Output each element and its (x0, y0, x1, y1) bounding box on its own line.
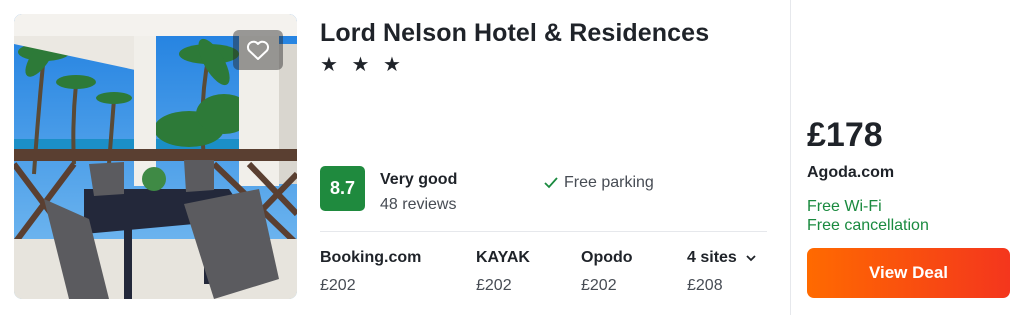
site-price[interactable]: £208 (687, 277, 723, 295)
more-sites-dropdown[interactable]: 4 sites (687, 249, 756, 267)
amenity-free-parking: Free parking (544, 174, 654, 192)
site-price[interactable]: £202 (476, 277, 512, 295)
perk-free-cancellation: Free cancellation (807, 217, 929, 234)
site-price[interactable]: £202 (320, 277, 356, 295)
check-icon (544, 177, 558, 189)
more-sites-label: 4 sites (687, 249, 737, 266)
rating-label: Very good (380, 171, 458, 188)
hotel-result-card: Lord Nelson Hotel & Residences ★ ★ ★ 8.7… (0, 0, 1024, 315)
rating-score-badge: 8.7 (320, 166, 365, 211)
divider (320, 231, 767, 232)
review-count[interactable]: 48 reviews (380, 196, 456, 214)
site-booking[interactable]: Booking.com (320, 249, 421, 267)
amenity-label: Free parking (564, 174, 654, 191)
site-opodo[interactable]: Opodo (581, 249, 633, 267)
view-deal-button[interactable]: View Deal (807, 248, 1010, 298)
heart-icon (246, 40, 270, 60)
save-favorite-button[interactable] (233, 30, 283, 70)
divider (790, 0, 791, 315)
chevron-down-icon (746, 254, 756, 261)
site-kayak[interactable]: KAYAK (476, 249, 530, 267)
site-price[interactable]: £202 (581, 277, 617, 295)
hotel-name[interactable]: Lord Nelson Hotel & Residences (320, 19, 709, 48)
perk-free-wifi: Free Wi-Fi (807, 198, 882, 215)
best-price: £178 (807, 116, 883, 154)
deal-provider: Agoda.com (807, 164, 895, 181)
star-rating: ★ ★ ★ (320, 54, 405, 76)
